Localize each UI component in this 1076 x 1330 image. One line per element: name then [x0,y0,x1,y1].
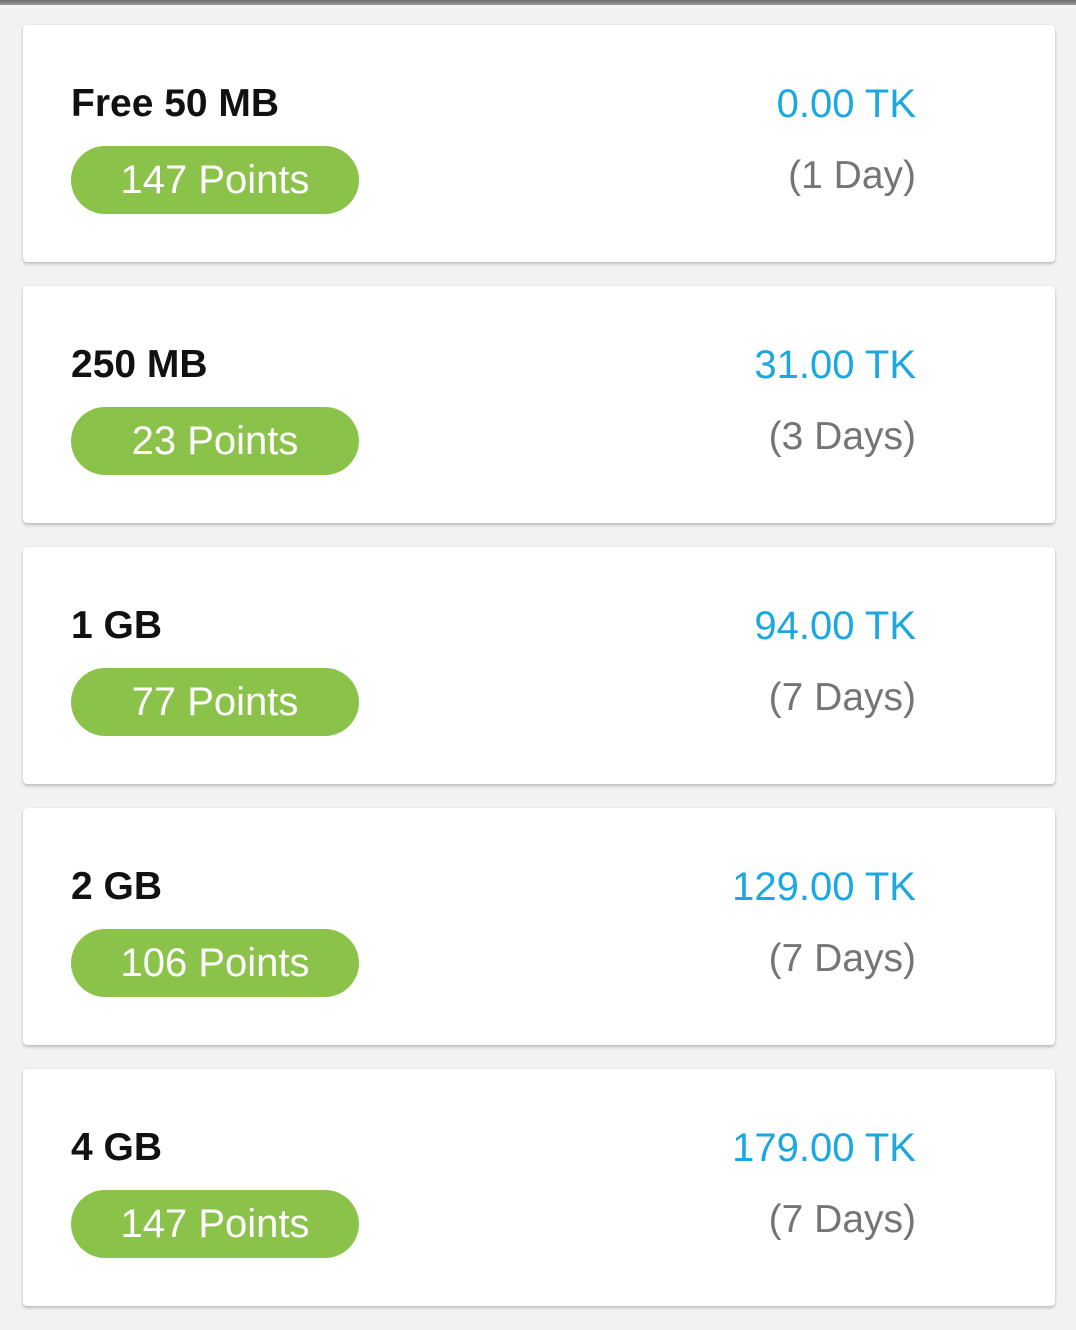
pack-name: 2 GB [71,865,163,908]
points-badge[interactable]: 147 Points [71,1190,359,1258]
pack-price: 31.00 TK [754,343,916,387]
pack-name: 1 GB [71,604,163,647]
pack-price: 179.00 TK [732,1126,916,1170]
pack-price: 0.00 TK [776,82,916,126]
pack-card-4gb[interactable]: 4 GB 147 Points 179.00 TK (7 Days) [23,1069,1055,1306]
pack-validity: (1 Day) [788,154,916,197]
pack-price: 129.00 TK [732,865,916,909]
data-pack-list: Free 50 MB 147 Points 0.00 TK (1 Day) 25… [23,25,1055,1330]
pack-name: 250 MB [71,343,208,386]
points-badge[interactable]: 77 Points [71,668,359,736]
pack-validity: (7 Days) [768,937,916,980]
pack-price: 94.00 TK [754,604,916,648]
pack-validity: (3 Days) [768,415,916,458]
pack-card-free-50mb[interactable]: Free 50 MB 147 Points 0.00 TK (1 Day) [23,25,1055,262]
pack-card-1gb[interactable]: 1 GB 77 Points 94.00 TK (7 Days) [23,547,1055,784]
points-badge[interactable]: 147 Points [71,146,359,214]
toolbar-shadow [0,0,1076,5]
pack-name: Free 50 MB [71,82,280,125]
pack-card-2gb[interactable]: 2 GB 106 Points 129.00 TK (7 Days) [23,808,1055,1045]
pack-name: 4 GB [71,1126,163,1169]
points-badge[interactable]: 106 Points [71,929,359,997]
pack-validity: (7 Days) [768,1198,916,1241]
pack-card-250mb[interactable]: 250 MB 23 Points 31.00 TK (3 Days) [23,286,1055,523]
pack-validity: (7 Days) [768,676,916,719]
points-badge[interactable]: 23 Points [71,407,359,475]
